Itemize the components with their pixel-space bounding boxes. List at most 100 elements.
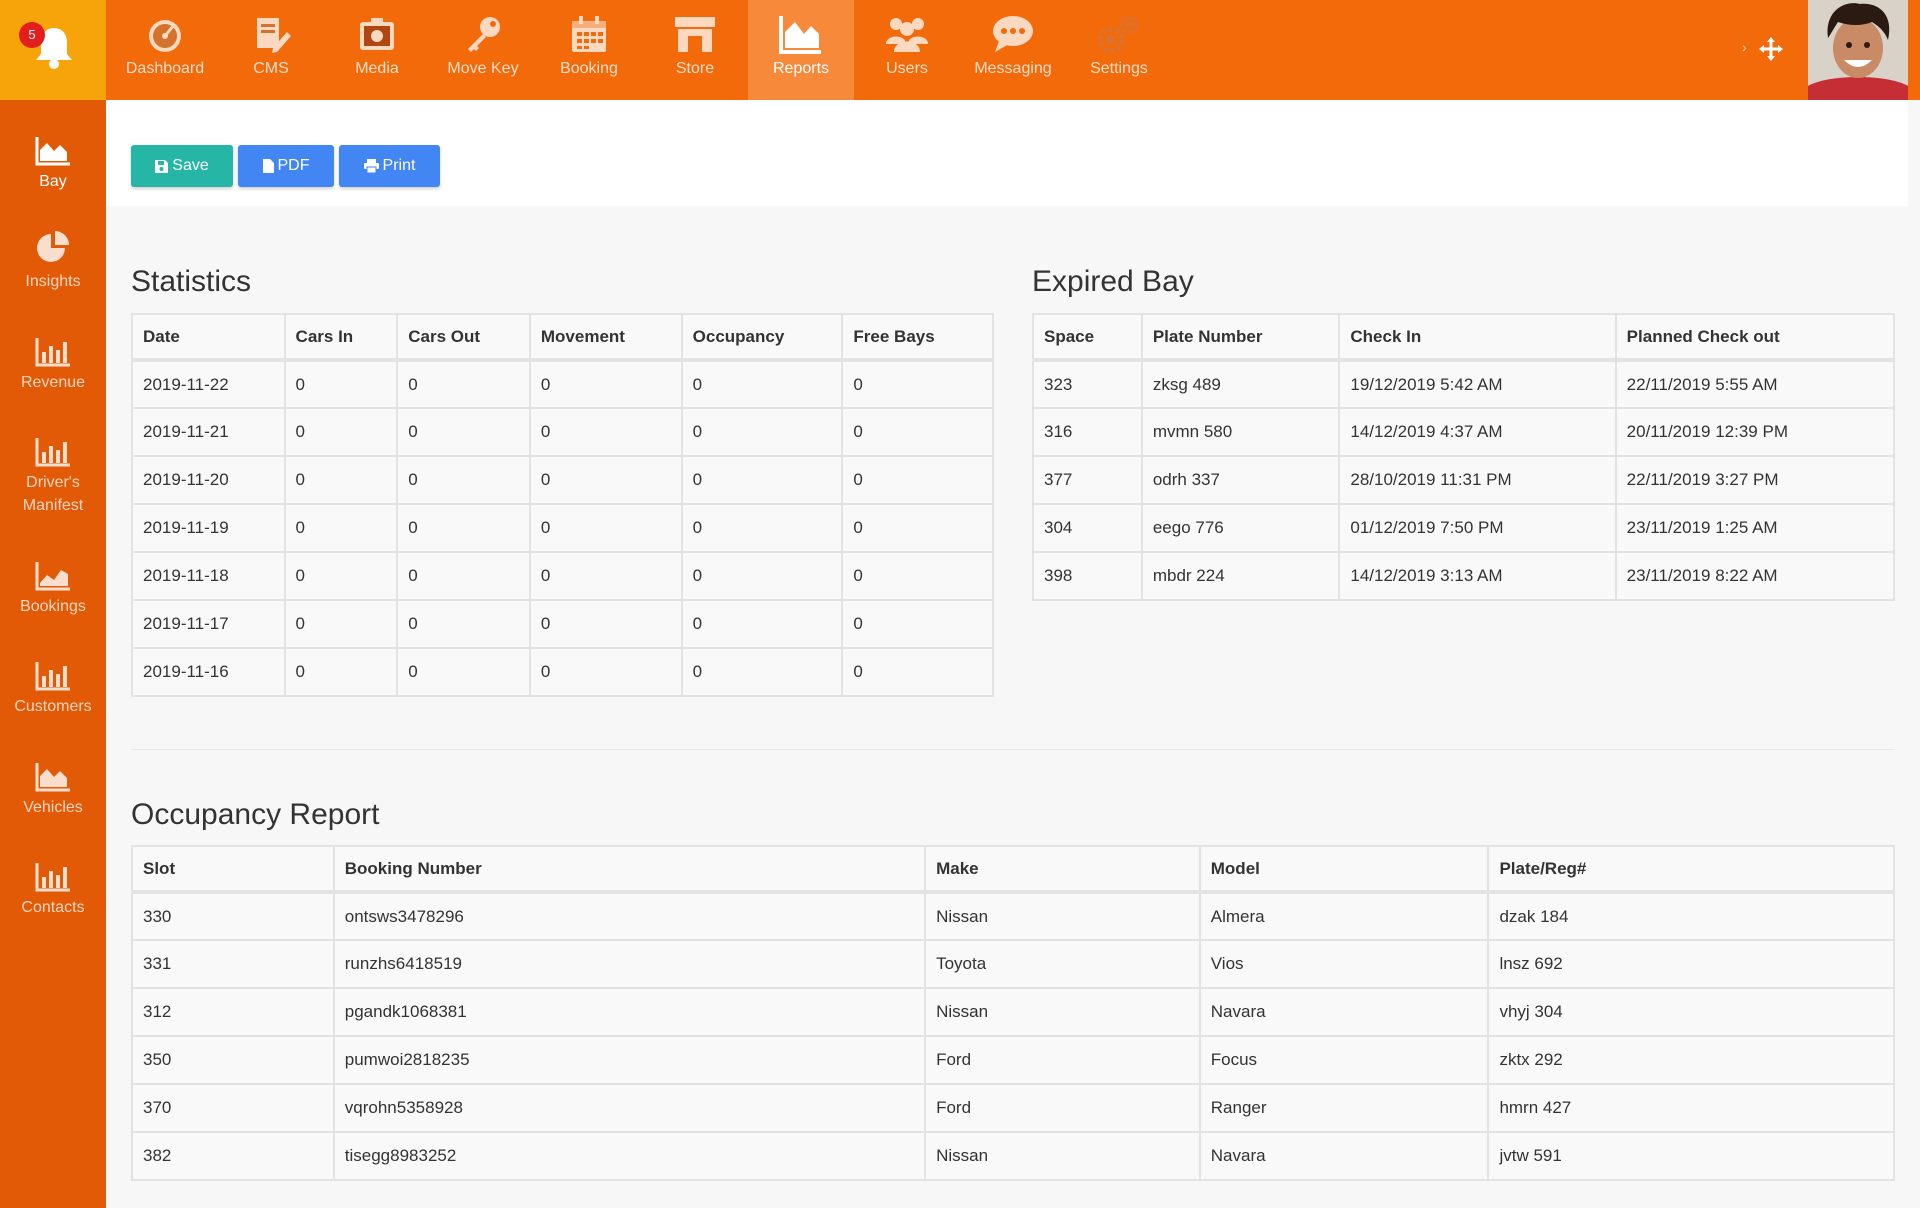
table-cell: 0 xyxy=(528,551,683,601)
notifications-button[interactable]: 5 xyxy=(0,0,106,100)
table-row: 2019-11-21 0 0 0 0 0 xyxy=(131,407,994,457)
table-cell: odrh 337 xyxy=(1140,455,1341,505)
table-cell: Nissan xyxy=(924,891,1201,941)
table-row: 2019-11-22 0 0 0 0 0 xyxy=(131,359,994,409)
topnav-label: Booking xyxy=(560,60,618,77)
column-header[interactable]: Check In xyxy=(1338,313,1617,362)
column-header[interactable]: Model xyxy=(1198,845,1490,894)
table-cell: 0 xyxy=(396,551,531,601)
sidebar-item-label: Vehicles xyxy=(23,799,83,816)
table-row: 323 zksg 489 19/12/2019 5:42 AM 22/11/2019 … xyxy=(1032,359,1896,409)
expired-bay-table: Space Plate Number Check In Planned Chec… xyxy=(1032,313,1896,601)
table-cell: 0 xyxy=(283,647,399,697)
sidebar-item-vehicles[interactable]: Vehicles xyxy=(0,756,106,819)
table-cell: Toyota xyxy=(924,939,1201,989)
table-cell: 0 xyxy=(841,599,994,649)
column-header[interactable]: Movement xyxy=(528,313,683,362)
table-cell: 0 xyxy=(283,407,399,457)
column-header[interactable]: Plate Number xyxy=(1140,313,1341,362)
pdf-button[interactable]: PDF xyxy=(238,145,334,187)
table-row: 350 pumwoi2818235 Ford Focus zktx 292 xyxy=(131,1035,1895,1085)
table-row: 2019-11-19 0 0 0 0 0 xyxy=(131,503,994,553)
table-row: 2019-11-16 0 0 0 0 0 xyxy=(131,647,994,697)
sidebar-item-revenue[interactable]: Revenue xyxy=(0,331,106,394)
sidebar-item-bookings[interactable]: Bookings xyxy=(0,555,106,618)
column-header[interactable]: Slot xyxy=(131,845,335,894)
topnav-dashboard[interactable]: Dashboard xyxy=(112,0,218,100)
column-header[interactable]: Cars Out xyxy=(396,313,531,362)
chevron-right-icon[interactable]: › xyxy=(1742,39,1747,55)
table-row: 382 tisegg8983252 Nissan Navara jvtw 591 xyxy=(131,1131,1895,1181)
column-header[interactable]: Free Bays xyxy=(841,313,994,362)
user-avatar[interactable] xyxy=(1808,0,1908,100)
table-cell: 350 xyxy=(131,1035,335,1085)
file-icon xyxy=(262,159,274,173)
topnav-store[interactable]: Store xyxy=(642,0,748,100)
table-cell: 0 xyxy=(841,455,994,505)
topnav-label: Settings xyxy=(1090,60,1148,77)
table-cell: 398 xyxy=(1032,551,1143,601)
move-arrows-icon[interactable] xyxy=(1758,36,1784,67)
sidebar-item-drivers-manifest[interactable]: Driver's Manifest xyxy=(0,431,106,517)
pdf-button-label: PDF xyxy=(277,157,310,174)
topnav-reports[interactable]: Reports xyxy=(748,0,854,100)
topnav-cms[interactable]: CMS xyxy=(218,0,324,100)
save-button[interactable]: Save xyxy=(131,145,233,187)
table-cell: Ranger xyxy=(1198,1083,1490,1133)
key-icon xyxy=(468,17,500,52)
table-cell: ontsws3478296 xyxy=(332,891,927,941)
table-cell: Ford xyxy=(924,1035,1201,1085)
table-cell: 0 xyxy=(528,359,683,409)
sidebar-item-insights[interactable]: Insights xyxy=(0,230,106,293)
topnav-messaging[interactable]: Messaging xyxy=(960,0,1066,100)
table-cell: 331 xyxy=(131,939,335,989)
topnav-label: Messaging xyxy=(974,60,1052,77)
column-header[interactable]: Space xyxy=(1032,313,1143,362)
table-cell: 0 xyxy=(528,455,683,505)
topnav-label: Media xyxy=(355,60,399,77)
sidebar-item-contacts[interactable]: Contacts xyxy=(0,856,106,919)
table-cell: Navara xyxy=(1198,987,1490,1037)
table-cell: 14/12/2019 4:37 AM xyxy=(1338,407,1617,457)
topnav-settings[interactable]: Settings xyxy=(1066,0,1172,100)
dashboard-gauge-icon xyxy=(149,20,181,52)
column-header[interactable]: Plate/Reg# xyxy=(1487,845,1895,894)
table-cell: Vios xyxy=(1198,939,1490,989)
table-row: 2019-11-17 0 0 0 0 0 xyxy=(131,599,994,649)
topnav-move-key[interactable]: Move Key xyxy=(430,0,536,100)
bar-chart-icon xyxy=(35,338,70,367)
table-cell: zksg 489 xyxy=(1140,359,1341,409)
table-cell: 0 xyxy=(396,407,531,457)
bar-chart-icon xyxy=(35,863,70,892)
table-cell: 0 xyxy=(680,599,844,649)
sidebar-item-customers[interactable]: Customers xyxy=(0,655,106,718)
chat-bubble-icon xyxy=(993,16,1033,52)
table-cell: 2019-11-21 xyxy=(131,407,286,457)
table-cell: 0 xyxy=(528,599,683,649)
table-cell: 0 xyxy=(528,647,683,697)
table-cell: runzhs6418519 xyxy=(332,939,927,989)
table-cell: 2019-11-22 xyxy=(131,359,286,409)
table-cell: 0 xyxy=(396,359,531,409)
column-header[interactable]: Cars In xyxy=(283,313,399,362)
sidebar-item-bay[interactable]: Bay xyxy=(0,130,106,193)
column-header[interactable]: Planned Check out xyxy=(1614,313,1896,362)
table-row: 331 runzhs6418519 Toyota Vios lnsz 692 xyxy=(131,939,1895,989)
print-button[interactable]: Print xyxy=(339,145,440,187)
bar-chart-icon xyxy=(35,662,70,691)
column-header[interactable]: Booking Number xyxy=(332,845,927,894)
table-cell: 0 xyxy=(680,551,844,601)
column-header[interactable]: Date xyxy=(131,313,286,362)
column-header[interactable]: Occupancy xyxy=(680,313,844,362)
area-chart-icon xyxy=(779,16,821,54)
topnav-label: CMS xyxy=(253,60,289,77)
topnav-media[interactable]: Media xyxy=(324,0,430,100)
reports-sidebar: Bay Insights Revenue Driver's Manifest B… xyxy=(0,100,106,1208)
table-cell: jvtw 591 xyxy=(1487,1131,1895,1181)
topnav-booking[interactable]: Booking xyxy=(536,0,642,100)
table-row: 304 eego 776 01/12/2019 7:50 PM 23/11/2019 … xyxy=(1032,503,1896,553)
column-header[interactable]: Make xyxy=(924,845,1201,894)
sidebar-item-label: Bookings xyxy=(20,598,86,615)
area-chart-icon xyxy=(35,137,70,166)
topnav-users[interactable]: Users xyxy=(854,0,960,100)
